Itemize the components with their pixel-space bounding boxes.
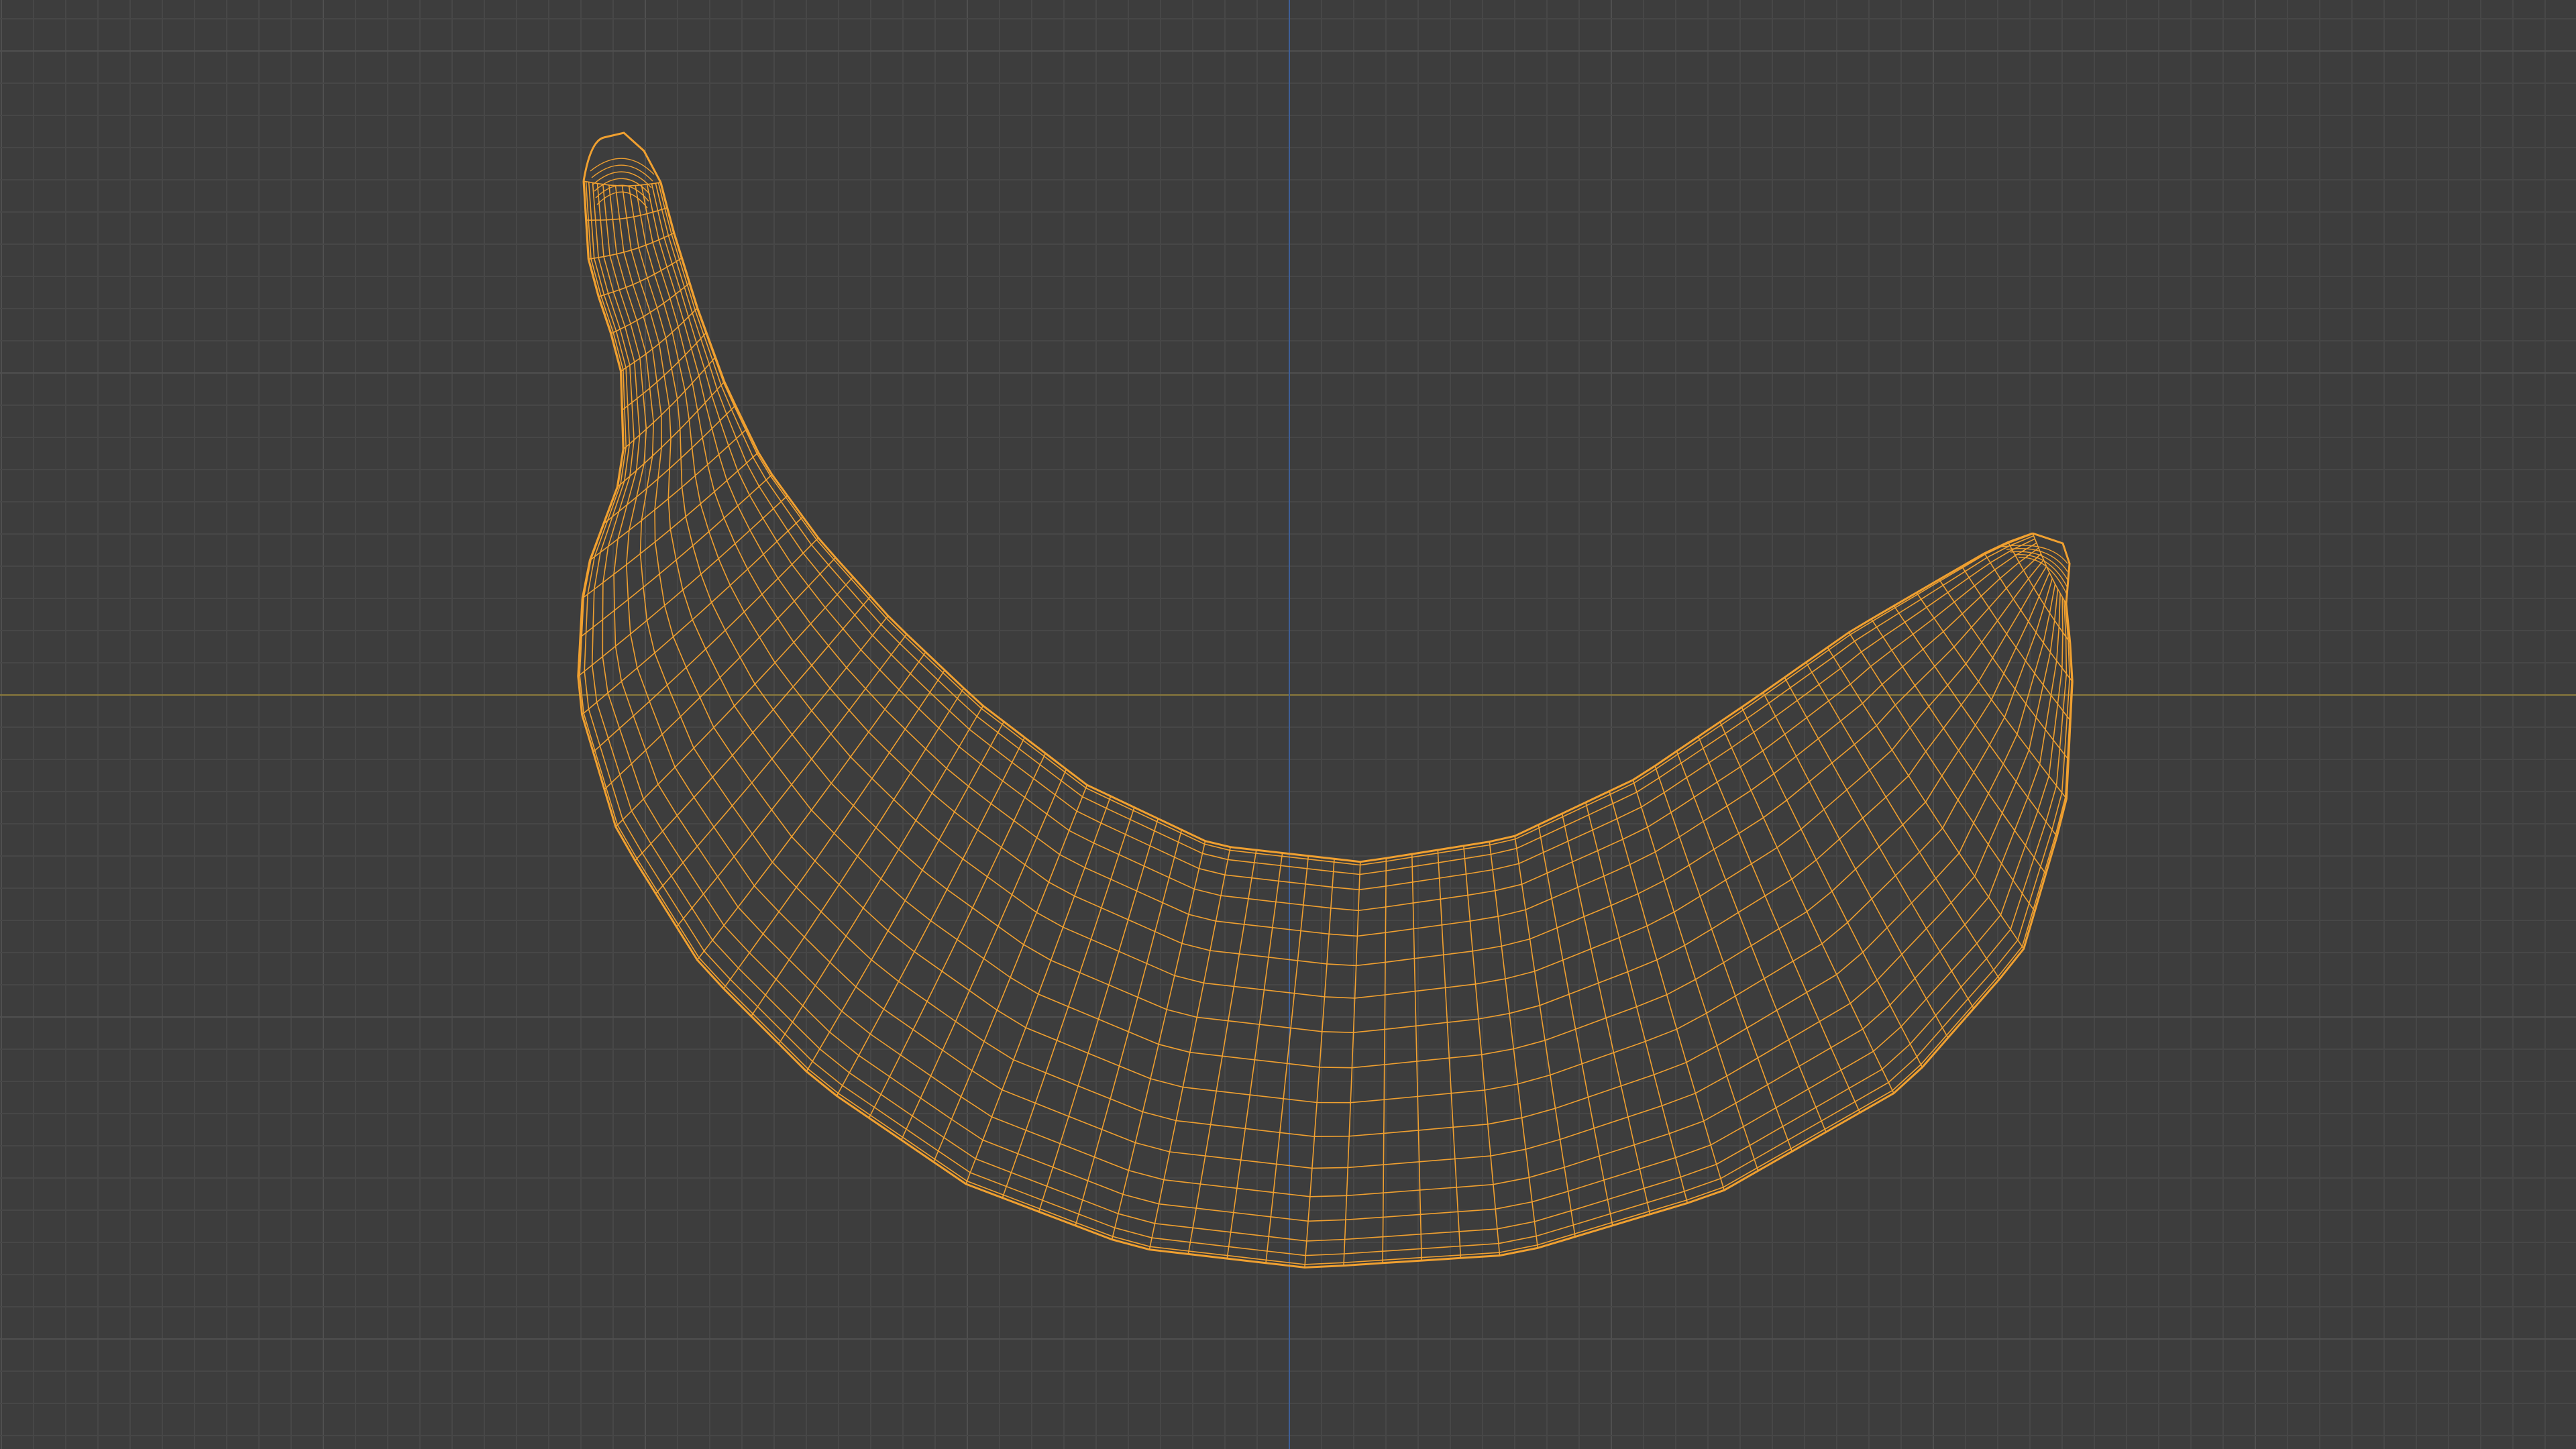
wire-edge-ring bbox=[1762, 692, 1949, 1038]
wire-edge-ring bbox=[1265, 855, 1309, 1263]
wire-edge-ring bbox=[1893, 605, 2057, 837]
wire-edge-ring bbox=[615, 576, 854, 828]
wire-edge-loop bbox=[592, 182, 2063, 1222]
banana-mesh-wireframe[interactable] bbox=[577, 131, 2074, 1269]
wire-edge-ring bbox=[1848, 632, 2035, 912]
wire-edge-ring bbox=[1939, 579, 2070, 760]
wire-edge-loop bbox=[577, 180, 2074, 1269]
wire-edge-ring bbox=[1741, 706, 1923, 1068]
wire-edge-ring bbox=[1514, 836, 1576, 1237]
wire-edge-ring bbox=[1038, 818, 1159, 1212]
floor-grid bbox=[0, 0, 2576, 1449]
wire-edge-loop bbox=[651, 183, 2037, 912]
wire-edge-ring bbox=[1609, 791, 1725, 1191]
wire-edge-ring bbox=[1411, 854, 1422, 1261]
wire-edge-ring bbox=[2007, 541, 2071, 643]
wire-edge-ring bbox=[1187, 849, 1257, 1254]
wire-edge-ring bbox=[1697, 736, 1861, 1113]
wire-edge-loop bbox=[596, 183, 2061, 1197]
wire-edge-loop bbox=[628, 185, 2047, 1034]
wire-edge-loop bbox=[584, 181, 2071, 1256]
wire-edge-ring bbox=[723, 669, 945, 989]
wire-edge-ring bbox=[1805, 661, 2000, 979]
wire-edge-ring bbox=[620, 307, 698, 372]
stem-cap-wire bbox=[603, 131, 662, 183]
wire-edge-ring bbox=[806, 721, 1005, 1072]
wire-edge-loop bbox=[579, 181, 2073, 1265]
wire-edge-loop bbox=[608, 184, 2056, 1138]
tip-cap-wire bbox=[2032, 532, 2071, 604]
wire-edge-ring bbox=[1463, 845, 1501, 1256]
wire-edge-ring bbox=[1870, 619, 2047, 875]
viewport-canvas[interactable] bbox=[0, 0, 2576, 1449]
wire-edge-ring bbox=[1632, 780, 1759, 1171]
3d-viewport[interactable] bbox=[0, 0, 2576, 1449]
wire-edge-ring bbox=[1437, 849, 1462, 1258]
wire-edge-loop bbox=[602, 184, 2059, 1169]
world-axes bbox=[0, 0, 2576, 1449]
wire-edge-ring bbox=[965, 796, 1112, 1185]
wire-edge-ring bbox=[588, 232, 675, 260]
wire-edge-ring bbox=[1538, 824, 1613, 1226]
stem-outline-wire bbox=[582, 136, 604, 182]
wire-edge-loop bbox=[635, 185, 2045, 999]
wire-edge-ring bbox=[1676, 751, 1827, 1132]
wire-edge-ring bbox=[578, 495, 788, 677]
wire-edge-loop bbox=[659, 182, 2033, 866]
wire-edge-ring bbox=[1343, 861, 1361, 1266]
wire-edge-ring bbox=[1002, 807, 1135, 1198]
wire-edge-ring bbox=[598, 257, 682, 297]
wire-edge-loop bbox=[655, 182, 2035, 891]
wire-edge-loop bbox=[621, 185, 2050, 1069]
wire-edge-ring bbox=[868, 753, 1046, 1118]
wire-edge-ring bbox=[1226, 853, 1283, 1259]
wire-edge-ring bbox=[1585, 802, 1688, 1203]
